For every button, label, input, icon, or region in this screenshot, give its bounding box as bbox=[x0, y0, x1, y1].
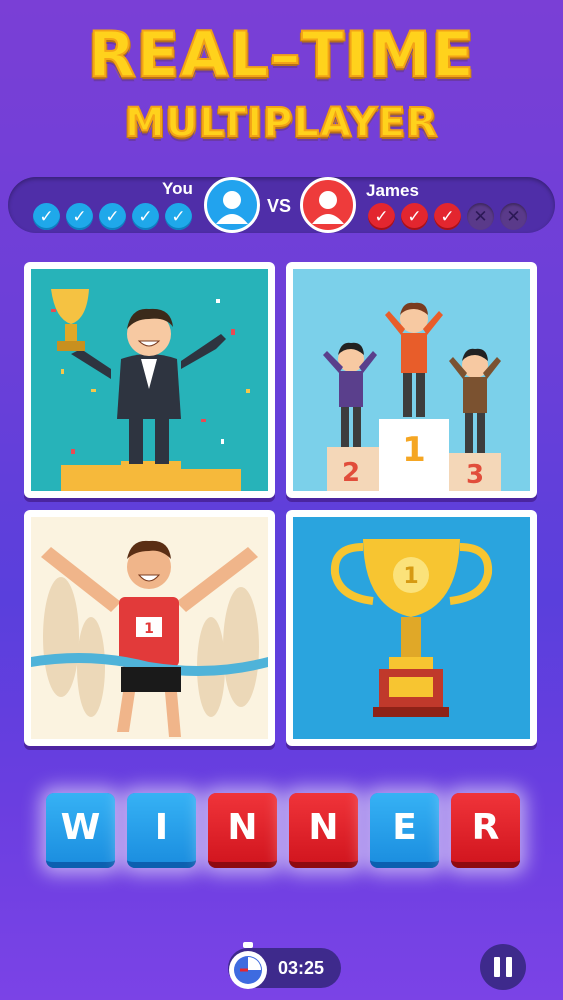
player-you-results: ✓ ✓ ✓ ✓ ✓ bbox=[33, 203, 192, 230]
pause-button[interactable] bbox=[480, 944, 526, 990]
check-icon: ✓ bbox=[165, 203, 192, 230]
title-line-1: REAL–TIME bbox=[87, 17, 475, 92]
cross-icon: ✕ bbox=[467, 203, 494, 230]
answer-letters: W I N N E R bbox=[46, 793, 520, 868]
check-icon: ✓ bbox=[66, 203, 93, 230]
puzzle-image-runner[interactable]: 1 bbox=[24, 510, 275, 746]
check-icon: ✓ bbox=[132, 203, 159, 230]
check-icon: ✓ bbox=[33, 203, 60, 230]
check-icon: ✓ bbox=[368, 203, 395, 230]
vs-label: VS bbox=[267, 196, 292, 216]
svg-text:1: 1 bbox=[144, 621, 154, 637]
pause-icon bbox=[506, 957, 512, 977]
podium-illustration: 2 1 3 bbox=[293, 269, 530, 491]
letter-tile[interactable]: R bbox=[451, 793, 520, 868]
svg-text:1: 1 bbox=[403, 564, 418, 589]
letter-tile[interactable]: N bbox=[208, 793, 277, 868]
svg-text:3: 3 bbox=[466, 460, 484, 490]
check-icon: ✓ bbox=[434, 203, 461, 230]
puzzle-image-trophy-winner[interactable] bbox=[24, 262, 275, 498]
timer-value: 03:25 bbox=[278, 958, 325, 978]
player-opponent-name: James bbox=[366, 181, 419, 200]
check-icon: ✓ bbox=[401, 203, 428, 230]
gold-trophy-illustration: 1 bbox=[293, 517, 530, 739]
user-icon bbox=[216, 191, 248, 224]
check-icon: ✓ bbox=[99, 203, 126, 230]
letter-tile[interactable]: N bbox=[289, 793, 358, 868]
winner-trophy-illustration bbox=[31, 269, 268, 491]
user-icon bbox=[312, 191, 344, 224]
runner-illustration: 1 bbox=[31, 517, 268, 739]
svg-text:1: 1 bbox=[402, 430, 426, 470]
player-opponent-avatar bbox=[300, 177, 356, 233]
puzzle-image-trophy[interactable]: 1 bbox=[286, 510, 537, 746]
letter-tile[interactable]: I bbox=[127, 793, 196, 868]
cross-icon: ✕ bbox=[500, 203, 527, 230]
player-you-name: You bbox=[162, 179, 193, 198]
player-opponent-results: ✓ ✓ ✓ ✕ ✕ bbox=[368, 203, 527, 230]
letter-tile[interactable]: E bbox=[370, 793, 439, 868]
puzzle-image-podium[interactable]: 2 1 3 bbox=[286, 262, 537, 498]
svg-text:2: 2 bbox=[342, 458, 360, 488]
title-line-2: MULTIPLAYER bbox=[124, 99, 439, 147]
pause-icon bbox=[494, 957, 500, 977]
letter-tile[interactable]: W bbox=[46, 793, 115, 868]
player-you-avatar bbox=[204, 177, 260, 233]
stopwatch-icon bbox=[224, 940, 272, 992]
